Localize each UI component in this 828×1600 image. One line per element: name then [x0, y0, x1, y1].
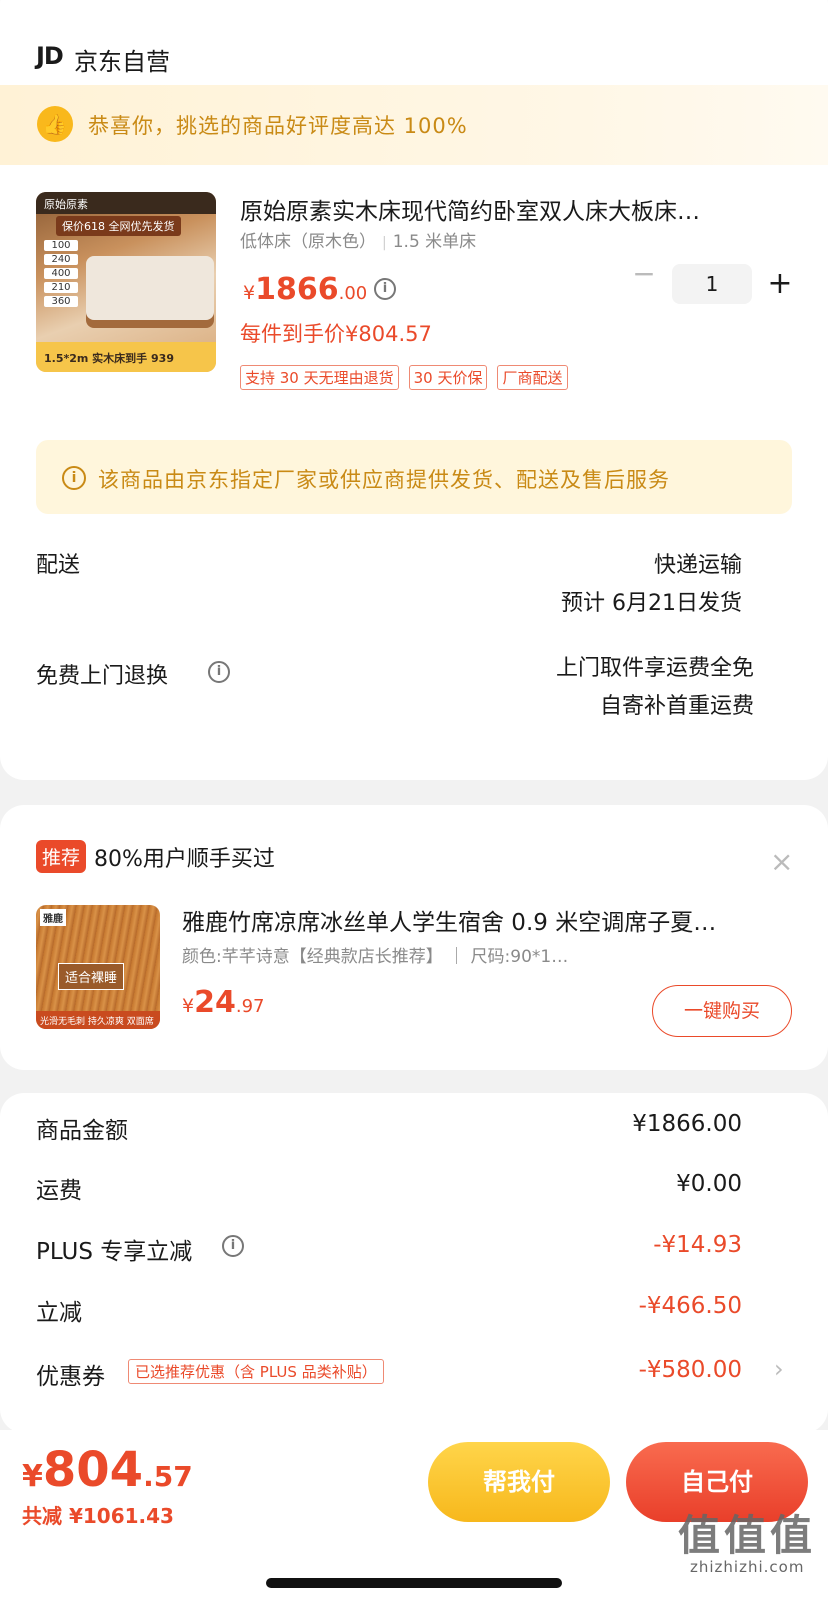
quantity-minus-button[interactable]: − [632, 260, 656, 288]
return-info-icon[interactable]: i [208, 660, 230, 683]
quantity-input[interactable]: 1 [672, 264, 752, 304]
product-title[interactable]: 原始原素实木床现代简约卧室双人床大板床… [240, 192, 770, 226]
summary-label-goods: 商品金额 [36, 1118, 128, 1144]
final-unit-price: 每件到手价¥804.57 [240, 322, 432, 346]
return-line-1: 上门取件享运费全免 [555, 656, 754, 681]
total-integer: 804 [42, 1442, 144, 1498]
product-image-brand: 原始原素 [36, 192, 216, 214]
recommend-tag: 推荐 [36, 840, 87, 873]
rec-price-integer: 24 [194, 985, 236, 1020]
summary-value-shipping: ¥0.00 [676, 1171, 742, 1197]
summary-value-discount: -¥466.50 [638, 1293, 742, 1319]
size-chip: 400 [44, 268, 78, 279]
service-notice-text: 该商品由京东指定厂家或供应商提供发货、配送及售后服务 [98, 468, 670, 492]
price-integer: 1866 [255, 272, 339, 307]
recommend-item-price: ¥24.97 [182, 985, 264, 1020]
delivery-method[interactable]: 快递运输 [654, 547, 742, 579]
coupon-selected-tag[interactable]: 已选推荐优惠（含 PLUS 品类补贴） [128, 1359, 384, 1384]
summary-label-shipping: 运费 [36, 1178, 82, 1204]
info-icon: i [62, 466, 86, 490]
product-price: ¥1866.00 [243, 272, 367, 307]
chevron-right-icon[interactable]: › [774, 1355, 784, 1383]
rec-price-decimal: .97 [235, 996, 265, 1017]
store-title: 京东自营 [74, 48, 170, 76]
tag-price-protect: 30 天价保 [408, 365, 488, 390]
watermark-url: zhizhizhi.com [690, 1558, 805, 1576]
recommend-image-foot: 光滑无毛刺 持久凉爽 双面席 [36, 1011, 160, 1029]
summary-value-coupon[interactable]: -¥580.00 [639, 1357, 742, 1383]
price-summary-card: 商品金额 ¥1866.00 运费 ¥0.00 PLUS 专享立减 i -¥14.… [0, 1093, 828, 1433]
summary-label-plus: PLUS 专享立减 [36, 1239, 193, 1265]
tag-vendor-delivery: 厂商配送 [497, 365, 568, 390]
product-image[interactable]: 原始原素 保价618 全网优先发货 100 240 400 210 360 1.… [36, 192, 216, 372]
spec-divider: | [382, 235, 387, 251]
spec-color: 低体床（原木色） [240, 232, 376, 252]
summary-label-coupon[interactable]: 优惠券 [36, 1357, 105, 1391]
product-image-sizes: 100 240 400 210 360 [44, 240, 78, 307]
total-saved[interactable]: 共减 ¥1061.43 [22, 1500, 174, 1529]
price-currency: ¥ [243, 282, 256, 304]
total-price: ¥804.57 [22, 1442, 193, 1498]
delivery-label: 配送 [36, 553, 81, 578]
plus-info-icon[interactable]: i [222, 1234, 244, 1257]
order-main-card: JD 京东自营 👍 恭喜你，挑选的商品好评度高达 100% 原始原素 保价618… [0, 0, 828, 780]
recommend-item-image[interactable]: 雅鹿 适合裸睡 光滑无毛刺 持久凉爽 双面席 [36, 905, 160, 1029]
recommend-image-label: 适合裸睡 [58, 963, 125, 990]
price-decimal: .00 [338, 283, 368, 304]
size-chip: 100 [44, 240, 78, 251]
product-tags: 支持 30 天无理由退货 30 天价保 厂商配送 [240, 365, 568, 390]
close-icon[interactable]: × [770, 845, 793, 878]
praise-text: 恭喜你，挑选的商品好评度高达 100% [88, 114, 468, 138]
recommend-title: 80%用户顺手买过 [94, 847, 275, 872]
service-notice: i 该商品由京东指定厂家或供应商提供发货、配送及售后服务 [36, 440, 792, 514]
checkout-bar: ¥804.57 共减 ¥1061.43 帮我付 自己付 值值值 zhizhizh… [0, 1430, 828, 1600]
size-chip: 360 [44, 296, 78, 307]
free-return-label: 免费上门退换 [36, 664, 169, 689]
recommend-card: 推荐 80%用户顺手买过 × 雅鹿 适合裸睡 光滑无毛刺 持久凉爽 双面席 雅鹿… [0, 805, 828, 1070]
recommend-item-spec: 颜色:芊芊诗意【经典款店长推荐】 ｜ 尺码:90*1… [182, 947, 569, 967]
recommend-item-name[interactable]: 雅鹿竹席凉席冰丝单人学生宿舍 0.9 米空调席子夏… [182, 903, 782, 937]
product-image-promo: 保价618 全网优先发货 [56, 216, 181, 236]
spec-size: 1.5 米单床 [392, 232, 477, 252]
summary-value-goods: ¥1866.00 [632, 1111, 742, 1137]
size-chip: 210 [44, 282, 78, 293]
delivery-eta: 预计 6月21日发货 [561, 591, 742, 616]
one-click-buy-button[interactable]: 一键购买 [652, 985, 792, 1037]
product-image-bottom: 1.5*2m 实木床到手 939 [36, 342, 216, 372]
thumbs-up-icon: 👍 [37, 106, 73, 142]
bed-illustration [86, 256, 214, 320]
total-decimal: .57 [143, 1460, 193, 1493]
total-currency: ¥ [22, 1459, 43, 1494]
jd-logo: JD [36, 42, 64, 70]
tag-return: 支持 30 天无理由退货 [240, 365, 399, 390]
watermark: 值值值 [678, 1511, 817, 1560]
rec-price-currency: ¥ [182, 995, 195, 1017]
product-spec[interactable]: 低体床（原木色） | 1.5 米单床 [240, 227, 476, 252]
return-line-2: 自寄补首重运费 [599, 694, 754, 719]
summary-value-plus: -¥14.93 [653, 1232, 742, 1258]
size-chip: 240 [44, 254, 78, 265]
praise-banner: 👍 恭喜你，挑选的商品好评度高达 100% [0, 85, 828, 165]
price-info-icon[interactable]: i [374, 277, 396, 300]
recommend-image-logo: 雅鹿 [40, 909, 66, 926]
home-indicator[interactable] [266, 1578, 562, 1588]
help-me-pay-button[interactable]: 帮我付 [428, 1442, 610, 1522]
summary-label-discount: 立减 [36, 1300, 82, 1326]
quantity-plus-button[interactable]: + [766, 264, 794, 304]
